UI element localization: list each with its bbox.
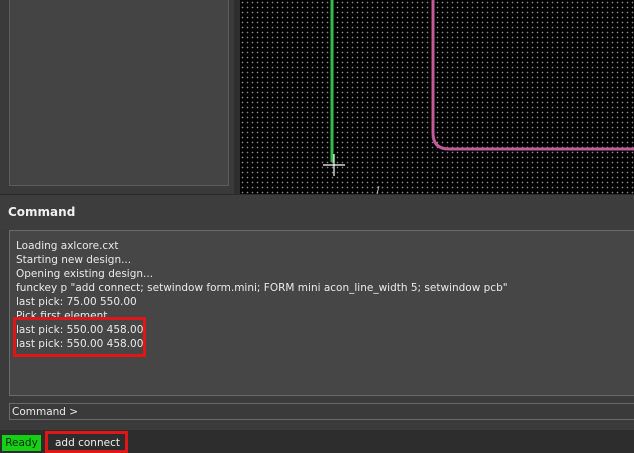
ready-status-badge: Ready [2,435,41,451]
output-line: funckey p "add connect; setwindow form.m… [16,282,508,294]
canvas-tick [376,185,380,194]
command-panel-title: Command [8,205,76,219]
crosshair-cursor-icon [323,154,345,176]
design-canvas[interactable] [240,0,634,194]
current-command-label: add connect [55,437,120,449]
left-pane [0,0,238,194]
output-line: Starting new design... [16,254,132,266]
command-panel-header: Command [0,194,634,231]
command-prompt: Command > [12,406,79,418]
command-input[interactable]: Command > [9,403,634,420]
output-line: Opening existing design... [16,268,154,280]
output-line: Loading axlcore.cxt [16,240,119,252]
board-outline [431,0,634,151]
current-command-indicator: add connect [45,431,128,453]
command-output[interactable]: Loading axlcore.cxt Starting new design.… [9,230,634,396]
options-panel[interactable] [9,0,229,186]
pick-highlight-box [13,317,146,357]
canvas-drawing [323,0,634,194]
status-bar: Ready add connect [0,430,634,453]
output-line: last pick: 75.00 550.00 [16,296,137,308]
